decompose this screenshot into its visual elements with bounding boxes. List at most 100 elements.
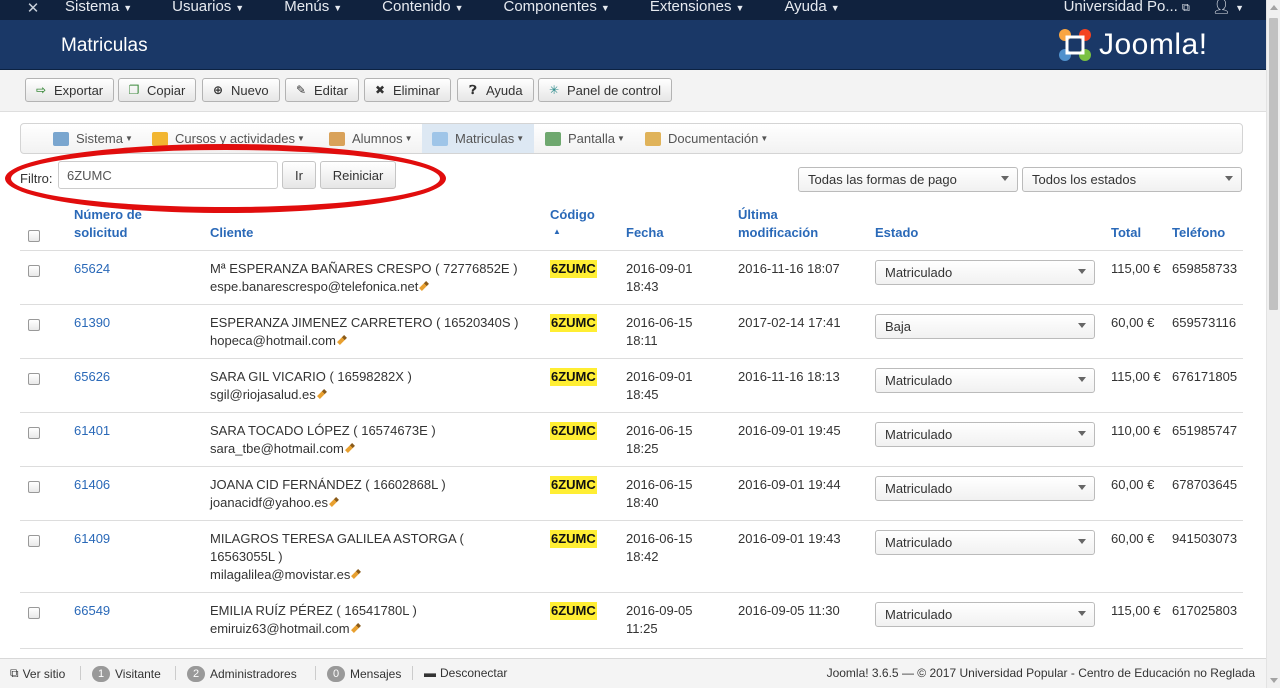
admins-link[interactable]: 2 Administradores xyxy=(187,666,297,682)
pencil-icon[interactable] xyxy=(329,497,339,507)
code-badge: 6ZUMC xyxy=(550,422,597,440)
status-filter-select[interactable]: Todos los estados xyxy=(1022,167,1242,192)
edit-button[interactable]: ✎ Editar xyxy=(285,78,359,102)
user-icon: 👤︎ xyxy=(1211,0,1231,15)
menu-sistema[interactable]: Sistema ▼ xyxy=(65,0,152,15)
request-number-link[interactable]: 61409 xyxy=(74,530,110,548)
top-menu: Sistema ▼ Usuarios ▼ Menús ▼ Contenido ▼ Com… xyxy=(65,0,880,15)
header-number[interactable]: Número de solicitud xyxy=(74,206,164,242)
menu-contenido[interactable]: Contenido ▼ xyxy=(382,0,483,15)
request-number-link[interactable]: 61401 xyxy=(74,422,110,440)
total-cell: 110,00 € xyxy=(1111,423,1161,438)
scroll-up-icon[interactable] xyxy=(1270,5,1278,10)
page-title: Matriculas xyxy=(61,35,148,56)
menu-componentes[interactable]: Componentes ▼ xyxy=(503,0,629,15)
request-number-link[interactable]: 65624 xyxy=(74,260,110,278)
request-number-link[interactable]: 61390 xyxy=(74,314,110,332)
table-row: 66549 EMILIA RUÍZ PÉREZ ( 16541780L ) emi… xyxy=(20,593,1243,649)
header-status[interactable]: Estado xyxy=(875,224,918,242)
select-all-checkbox[interactable] xyxy=(28,230,40,242)
payment-method-select[interactable]: Todas las formas de pago xyxy=(798,167,1018,192)
joomla-icon[interactable]: ✕ xyxy=(24,0,42,18)
menu-menus[interactable]: Menús ▼ xyxy=(284,0,362,15)
row-checkbox[interactable] xyxy=(28,427,40,439)
request-number-link[interactable]: 65626 xyxy=(74,368,110,386)
delete-button[interactable]: ✖ Eliminar xyxy=(364,78,451,102)
pencil-icon[interactable] xyxy=(316,389,327,399)
row-checkbox[interactable] xyxy=(28,481,40,493)
code-badge: 6ZUMC xyxy=(550,260,597,278)
date-cell: 2016-06-15 18:42 xyxy=(626,531,693,564)
admins-count-badge: 2 xyxy=(187,666,205,682)
user-menu[interactable]: 👤︎ ▼ xyxy=(1212,0,1244,15)
status-select[interactable]: Matriculado xyxy=(875,422,1095,447)
status-select[interactable]: Matriculado xyxy=(875,476,1095,501)
pencil-icon[interactable] xyxy=(419,281,430,291)
header-code[interactable]: Código xyxy=(550,206,595,224)
scroll-thumb[interactable] xyxy=(1269,18,1278,310)
copy-button[interactable]: ❐ Copiar xyxy=(118,78,197,102)
header-date[interactable]: Fecha xyxy=(626,224,664,242)
vertical-scrollbar[interactable] xyxy=(1266,0,1280,688)
client-cell: EMILIA RUÍZ PÉREZ ( 16541780L ) emiruiz63… xyxy=(210,603,417,636)
row-checkbox[interactable] xyxy=(28,319,40,331)
menu-extensiones[interactable]: Extensiones ▼ xyxy=(650,0,765,15)
toolbar: ⇨ Exportar ❐ Copiar ⊕ Nuevo ✎ Editar ✖ Elimin… xyxy=(0,70,1266,112)
row-checkbox[interactable] xyxy=(28,607,40,619)
status-select[interactable]: Matriculado xyxy=(875,368,1095,393)
new-button[interactable]: ⊕ Nuevo xyxy=(202,78,280,102)
pencil-icon[interactable] xyxy=(351,569,362,579)
footer-copyright: Joomla! 3.6.5 — © 2017 Universidad Popul… xyxy=(826,666,1255,680)
menu-ayuda[interactable]: Ayuda ▼ xyxy=(784,0,859,15)
help-button[interactable]: ❓︎ Ayuda xyxy=(457,78,534,102)
scroll-down-icon[interactable] xyxy=(1270,678,1278,683)
visitors-link[interactable]: 1 Visitante xyxy=(92,666,161,682)
asterisk-icon: ✳ xyxy=(548,83,560,97)
client-email: sara_tbe@hotmail.com xyxy=(210,441,344,456)
minus-icon: ▬ xyxy=(424,666,436,680)
table-row: 61390 ESPERANZA JIMENEZ CARRETERO ( 1652… xyxy=(20,305,1243,359)
site-link[interactable]: Universidad Po... ⧉ xyxy=(1064,0,1190,15)
submenu-documentacion[interactable]: Documentación ▼ xyxy=(645,124,768,153)
pencil-icon[interactable] xyxy=(344,443,355,453)
row-checkbox[interactable] xyxy=(28,535,40,547)
status-bar: ⧉ Ver sitio 1 Visitante 2 Administradores 0… xyxy=(0,658,1266,688)
row-checkbox[interactable] xyxy=(28,265,40,277)
status-select[interactable]: Matriculado xyxy=(875,602,1095,627)
code-badge: 6ZUMC xyxy=(550,368,597,386)
menu-usuarios[interactable]: Usuarios ▼ xyxy=(172,0,264,15)
submenu-matriculas[interactable]: Matriculas ▼ xyxy=(422,124,535,153)
request-number-link[interactable]: 66549 xyxy=(74,602,110,620)
header-client[interactable]: Cliente xyxy=(210,224,253,242)
chevron-down-icon xyxy=(1078,539,1086,544)
code-badge: 6ZUMC xyxy=(550,314,597,332)
phone-cell: 617025803 xyxy=(1172,603,1238,618)
messages-link[interactable]: 0 Mensajes xyxy=(327,666,401,682)
row-checkbox[interactable] xyxy=(28,373,40,385)
request-number-link[interactable]: 61406 xyxy=(74,476,110,494)
divider xyxy=(412,666,413,680)
submenu-pantalla[interactable]: Pantalla ▼ xyxy=(545,124,625,153)
header-total[interactable]: Total xyxy=(1111,224,1141,242)
delete-icon: ✖ xyxy=(374,83,386,97)
logout-link[interactable]: ▬ Desconectar xyxy=(424,666,507,680)
client-email: joanacidf@yahoo.es xyxy=(210,495,328,510)
control-panel-button[interactable]: ✳ Panel de control xyxy=(538,78,672,102)
chevron-down-icon xyxy=(1078,377,1086,382)
external-link-icon: ⧉ xyxy=(10,666,19,680)
header-phone[interactable]: Teléfono xyxy=(1172,224,1225,242)
status-select[interactable]: Matriculado xyxy=(875,530,1095,555)
pencil-icon[interactable] xyxy=(350,623,361,633)
header-modified[interactable]: Última modificación xyxy=(738,206,828,242)
status-select[interactable]: Baja xyxy=(875,314,1095,339)
total-cell: 115,00 € xyxy=(1111,369,1161,384)
code-badge: 6ZUMC xyxy=(550,530,597,548)
table-row: 65624 Mª ESPERANZA BAÑARES CRESPO ( 7277… xyxy=(20,251,1243,305)
view-site-link[interactable]: ⧉ Ver sitio xyxy=(10,666,65,681)
date-cell: 2016-09-05 11:25 xyxy=(626,603,693,636)
divider xyxy=(80,666,81,680)
status-select[interactable]: Matriculado xyxy=(875,260,1095,285)
help-icon: ❓︎ xyxy=(469,82,477,97)
pencil-icon[interactable] xyxy=(336,335,347,345)
export-button[interactable]: ⇨ Exportar xyxy=(25,78,115,102)
